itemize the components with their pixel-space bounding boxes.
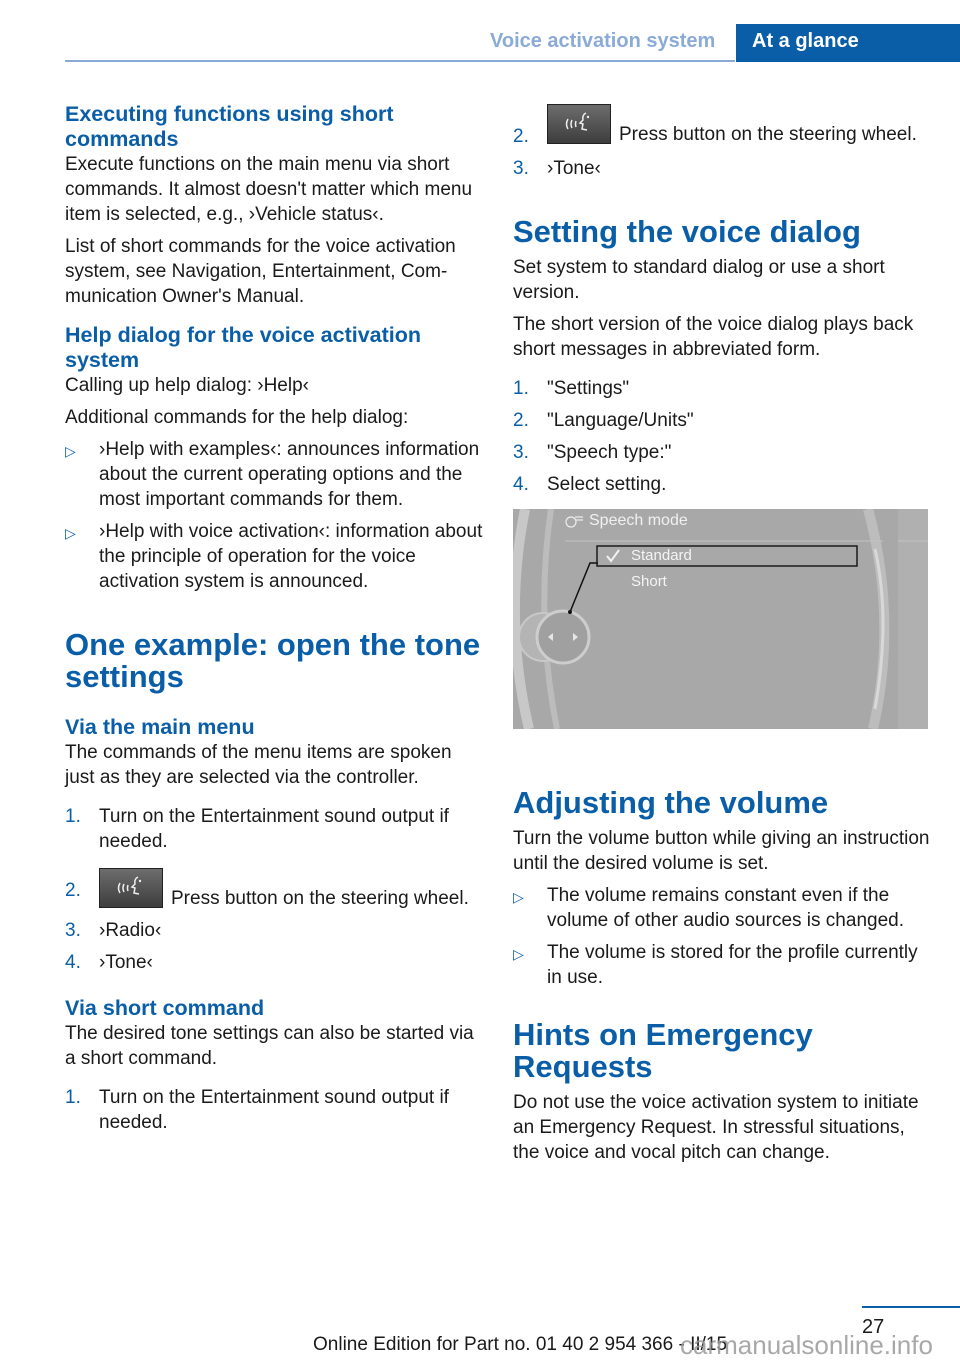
- list-item: ▷ The volume remains constant even if the…: [513, 883, 933, 933]
- list-item-text: ›Help with examples‹: announces informa­…: [99, 439, 480, 510]
- option-short: Short: [631, 573, 667, 590]
- screen-title: Speech mode: [589, 512, 688, 529]
- heading-emergency-requests: Hints on Emergency Requests: [513, 1017, 813, 1084]
- paragraph: The commands of the menu items are spoke…: [65, 742, 452, 788]
- list-item-text: ›Help with voice activation‹: informatio…: [99, 521, 483, 592]
- step-number: 1.: [65, 806, 81, 827]
- paragraph: Do not use the voice activation system t…: [513, 1092, 919, 1163]
- step-text: Press button on the steering wheel.: [619, 124, 917, 145]
- triangle-bullet-icon: ▷: [513, 946, 524, 962]
- step-number: 2.: [513, 410, 529, 431]
- list-item: ▷ ›Help with voice activation‹: informati…: [65, 519, 485, 594]
- step-text: ›Tone‹: [99, 952, 153, 973]
- paragraph: The short version of the voice dialog pl…: [513, 314, 914, 360]
- step-text: "Speech type:": [547, 442, 672, 463]
- watermark: carmanualsonline.info: [680, 1330, 933, 1360]
- numbered-list: 1. Turn on the Entertainment sound output…: [65, 1085, 485, 1135]
- numbered-list: 1. Turn on the Entertainment sound output…: [65, 804, 485, 975]
- list-item: 1. Turn on the Entertainment sound output…: [65, 1085, 485, 1135]
- step-number: 2.: [513, 126, 529, 147]
- footer-rule: [862, 1306, 960, 1308]
- right-column: 2. Press button on the steering wheel. 3…: [513, 104, 933, 1165]
- list-item-text: The volume remains constant even if the …: [547, 885, 904, 931]
- header-chapter-label: At a glance: [752, 30, 859, 52]
- header-rule: [65, 60, 735, 62]
- heading-tone-example: One example: open the tone settings: [65, 627, 481, 694]
- bullet-list: ▷ ›Help with examples‹: announces informa…: [65, 437, 485, 594]
- step-text: Select setting.: [547, 474, 667, 495]
- step-text: Press button on the steering wheel.: [171, 888, 469, 909]
- heading-adjusting-volume: Adjusting the volume: [513, 785, 829, 820]
- step-text: Turn on the Entertainment sound output i…: [99, 806, 449, 852]
- paragraph: Execute functions on the main menu via s…: [65, 154, 473, 225]
- bullet-list: ▷ The volume remains constant even if the…: [513, 883, 933, 990]
- list-item: 4. Select setting.: [513, 472, 933, 497]
- list-item-text: The volume is stored for the profile cur…: [547, 942, 918, 988]
- header-chapter-tab: At a glance: [736, 24, 960, 62]
- list-item: ▷ The volume is stored for the profile cu…: [513, 940, 933, 990]
- voice-button-icon: [547, 104, 611, 144]
- list-item: 2. Press button on the steering wheel.: [65, 868, 485, 911]
- step-number: 3.: [65, 920, 81, 941]
- screen-background: [513, 509, 928, 729]
- step-number: 1.: [65, 1087, 81, 1108]
- step-text: "Language/Units": [547, 410, 694, 431]
- step-number: 1.: [513, 378, 529, 399]
- list-item: 3. "Speech type:": [513, 440, 933, 465]
- list-item: 2. Press button on the steering wheel.: [513, 104, 933, 149]
- list-item: 1. Turn on the Entertainment sound output…: [65, 804, 485, 854]
- heading-voice-dialog: Setting the voice dialog: [513, 214, 861, 249]
- list-item: 3. ›Radio‹: [65, 918, 485, 943]
- option-standard: Standard: [631, 547, 692, 564]
- step-number: 3.: [513, 442, 529, 463]
- paragraph: Turn the volume button while giving an i…: [513, 828, 930, 874]
- triangle-bullet-icon: ▷: [513, 889, 524, 905]
- heading-via-main-menu: Via the main menu: [65, 715, 255, 739]
- step-text: ›Tone‹: [547, 158, 601, 179]
- triangle-bullet-icon: ▷: [65, 525, 76, 541]
- paragraph: Calling up help dialog: ›Help‹: [65, 375, 309, 396]
- numbered-list: 1. "Settings" 2. "Language/Units" 3. "Speec…: [513, 376, 933, 497]
- voice-button-icon: [99, 868, 163, 908]
- idrive-screen-image: Speech mode Standard Short: [513, 509, 928, 729]
- heading-short-commands: Executing functions using short commands: [65, 102, 394, 151]
- list-item: 1. "Settings": [513, 376, 933, 401]
- step-text: "Settings": [547, 378, 630, 399]
- step-number: 4.: [513, 474, 529, 495]
- heading-via-short-command: Via short command: [65, 996, 265, 1020]
- left-column: Executing functions using short commands…: [65, 102, 485, 1142]
- step-number: 3.: [513, 158, 529, 179]
- list-item: 2. "Language/Units": [513, 408, 933, 433]
- triangle-bullet-icon: ▷: [65, 443, 76, 459]
- edition-note: Online Edition for Part no. 01 40 2 954 …: [313, 1334, 728, 1355]
- paragraph: Additional commands for the help dialog:: [65, 407, 409, 428]
- step-text: ›Radio‹: [99, 920, 162, 941]
- paragraph: Set system to standard dialog or use a s…: [513, 257, 885, 303]
- step-text: Turn on the Entertainment sound output i…: [99, 1087, 449, 1133]
- header-section-title: Voice activation system: [490, 30, 716, 52]
- numbered-list: 2. Press button on the steering wheel. 3…: [513, 104, 933, 181]
- paragraph: List of short commands for the voice act…: [65, 236, 456, 307]
- step-number: 4.: [65, 952, 81, 973]
- list-item: 3. ›Tone‹: [513, 156, 933, 181]
- step-number: 2.: [65, 880, 81, 901]
- paragraph: The desired tone settings can also be st…: [65, 1023, 474, 1069]
- heading-help-dialog: Help dialog for the voice activation sys…: [65, 323, 422, 372]
- list-item: ▷ ›Help with examples‹: announces informa…: [65, 437, 485, 512]
- list-item: 4. ›Tone‹: [65, 950, 485, 975]
